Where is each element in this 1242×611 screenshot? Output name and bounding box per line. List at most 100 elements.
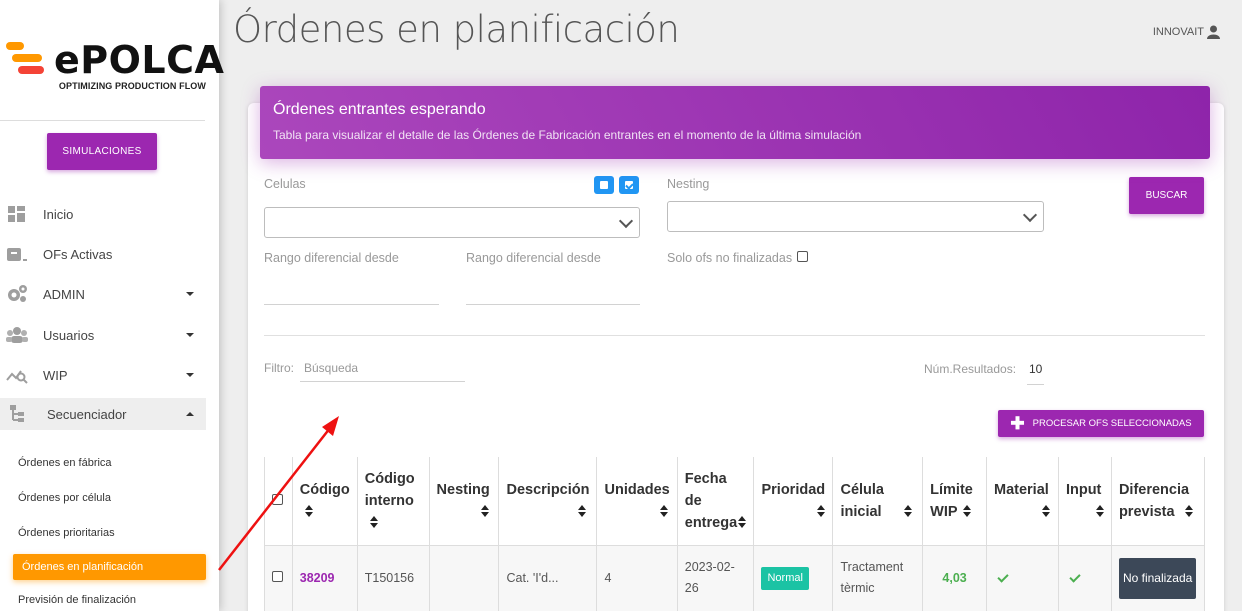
table-header-row: Código Código interno Nesting Descripción… [264,457,1206,546]
sitemap-icon [10,405,24,422]
col-unidades[interactable]: Unidades [596,457,678,546]
plus-icon: ✚ [1010,414,1025,433]
col-descripcion[interactable]: Descripción [498,457,598,546]
row-select-cell [264,545,293,611]
chevron-down-icon [618,213,634,229]
sort-icon [1095,505,1104,518]
col-label: Código [299,481,350,498]
col-label: de [684,492,702,509]
col-fecha-entrega[interactable]: Fecha de entrega [676,457,755,546]
cell-celula-inicial: Tractament tèrmic [832,545,924,611]
sidebar-subitem-prevision-de-finalizacion[interactable]: Previsión de finalización [13,587,206,611]
select-all-button[interactable] [619,176,639,194]
deselect-all-button[interactable] [594,176,614,194]
sort-icon [660,505,669,518]
sidebar-divider [0,120,205,121]
search-button[interactable]: BUSCAR [1129,177,1204,214]
chevron-down-icon [186,292,194,296]
sidebar-item-label: Inicio [43,206,74,222]
rango-desde-label: Rango diferencial desde [264,251,399,265]
solo-no-finalizadas-checkbox[interactable] [797,251,808,262]
sort-icon [369,516,378,529]
sort-icon [903,505,912,518]
rango-hasta-label: Rango diferencial desde [466,251,601,265]
filters-divider [264,335,1205,336]
sidebar-item-usuarios[interactable]: Usuarios [0,319,206,351]
search-placeholder: Búsqueda [304,361,359,375]
cell-unidades: 4 [596,545,678,611]
orders-table: Código Código interno Nesting Descripción… [264,457,1206,611]
select-all-checkbox[interactable] [272,493,283,505]
gears-icon [8,285,27,302]
col-label: Código [364,470,415,487]
cell-prioridad: Normal [753,545,834,611]
cell-fecha-entrega: 2023-02- 26 [676,545,755,611]
col-codigo-interno[interactable]: Código interno [356,457,430,546]
priority-badge: Normal [761,566,809,590]
rango-desde-input[interactable] [264,304,439,305]
fecha-part: 2023-02- [684,560,735,574]
col-material[interactable]: Material [985,457,1059,546]
sort-icon [1041,505,1050,518]
limite-wip-value: 4,03 [942,570,967,585]
table-row[interactable]: 38209 T150156 Cat. 'I'd... 4 2023-02- 26 … [264,545,1206,611]
col-diferencia-prevista[interactable]: Diferencia prevista [1110,457,1206,546]
simulations-button[interactable]: SIMULACIONES [47,133,157,170]
epolca-logo[interactable]: ePOLCA OPTIMIZING PRODUCTION FLOW [4,38,224,98]
col-label: Límite [930,481,973,498]
sidebar-item-ofs-activas[interactable]: OFs Activas [0,238,206,270]
codigo-link[interactable]: 38209 [300,571,335,585]
process-selected-label: PROCESAR OFS SELECCIONADAS [1032,418,1192,429]
chevron-down-icon [186,373,194,377]
celulas-select[interactable] [264,207,640,238]
col-celula-inicial[interactable]: Célula inicial [832,457,924,546]
cell-codigo[interactable]: 38209 [291,545,358,611]
process-selected-button[interactable]: ✚ PROCESAR OFS SELECCIONADAS [998,410,1204,437]
sidebar-subitem-ordenes-en-planificacion[interactable]: Órdenes en planificación [13,554,206,580]
col-nesting[interactable]: Nesting [428,457,500,546]
sidebar-item-admin[interactable]: ADMIN [0,278,206,310]
logo-tagline: OPTIMIZING PRODUCTION FLOW [58,81,206,91]
col-label: Material [993,481,1049,498]
col-label: Nesting [436,481,490,498]
celula-part: Tractament [840,560,904,574]
sidebar-item-inicio[interactable]: Inicio [0,198,206,230]
select-all-header [264,457,293,546]
search-input[interactable] [300,381,465,382]
col-codigo[interactable]: Código [291,457,358,546]
sidebar-subitem-ordenes-por-celula[interactable]: Órdenes por célula [13,485,206,511]
cell-nesting [428,545,500,611]
num-resultados-value[interactable]: 10 [1029,362,1042,376]
col-label: Input [1065,481,1102,498]
nesting-select[interactable] [667,201,1044,232]
sidebar-item-secuenciador[interactable]: Secuenciador [0,398,206,430]
chevron-up-icon [186,412,194,416]
logo-name: ePOLCA [54,38,225,82]
col-label: entrega [684,514,738,531]
user-menu[interactable]: INNOVAIT [1153,25,1220,39]
col-label: Diferencia [1118,481,1190,498]
col-label: WIP [930,503,958,520]
logo-mark-icon [4,42,50,78]
sort-icon [817,505,826,518]
sidebar-item-wip[interactable]: WIP [0,359,206,391]
row-checkbox[interactable] [272,570,283,582]
sidebar-subitem-ordenes-prioritarias[interactable]: Órdenes prioritarias [13,520,206,546]
sort-icon [962,505,971,518]
col-label: Fecha [684,470,727,487]
chevron-down-icon [1022,207,1038,223]
col-label: Descripción [506,481,590,498]
rango-hasta-input[interactable] [466,304,640,305]
check-icon [1069,570,1081,583]
cell-input [1057,545,1112,611]
page-title: Órdenes en planificación [233,8,680,51]
sidebar-subitem-ordenes-en-fabrica[interactable]: Órdenes en fábrica [13,450,206,476]
sort-icon [1184,505,1193,518]
user-icon [1207,25,1220,39]
col-input[interactable]: Input [1057,457,1112,546]
col-label: interno [364,492,414,509]
check-icon [997,570,1009,583]
col-prioridad[interactable]: Prioridad [753,457,834,546]
col-limite-wip[interactable]: Límite WIP [922,457,987,546]
sidebar-item-label: OFs Activas [43,246,113,262]
